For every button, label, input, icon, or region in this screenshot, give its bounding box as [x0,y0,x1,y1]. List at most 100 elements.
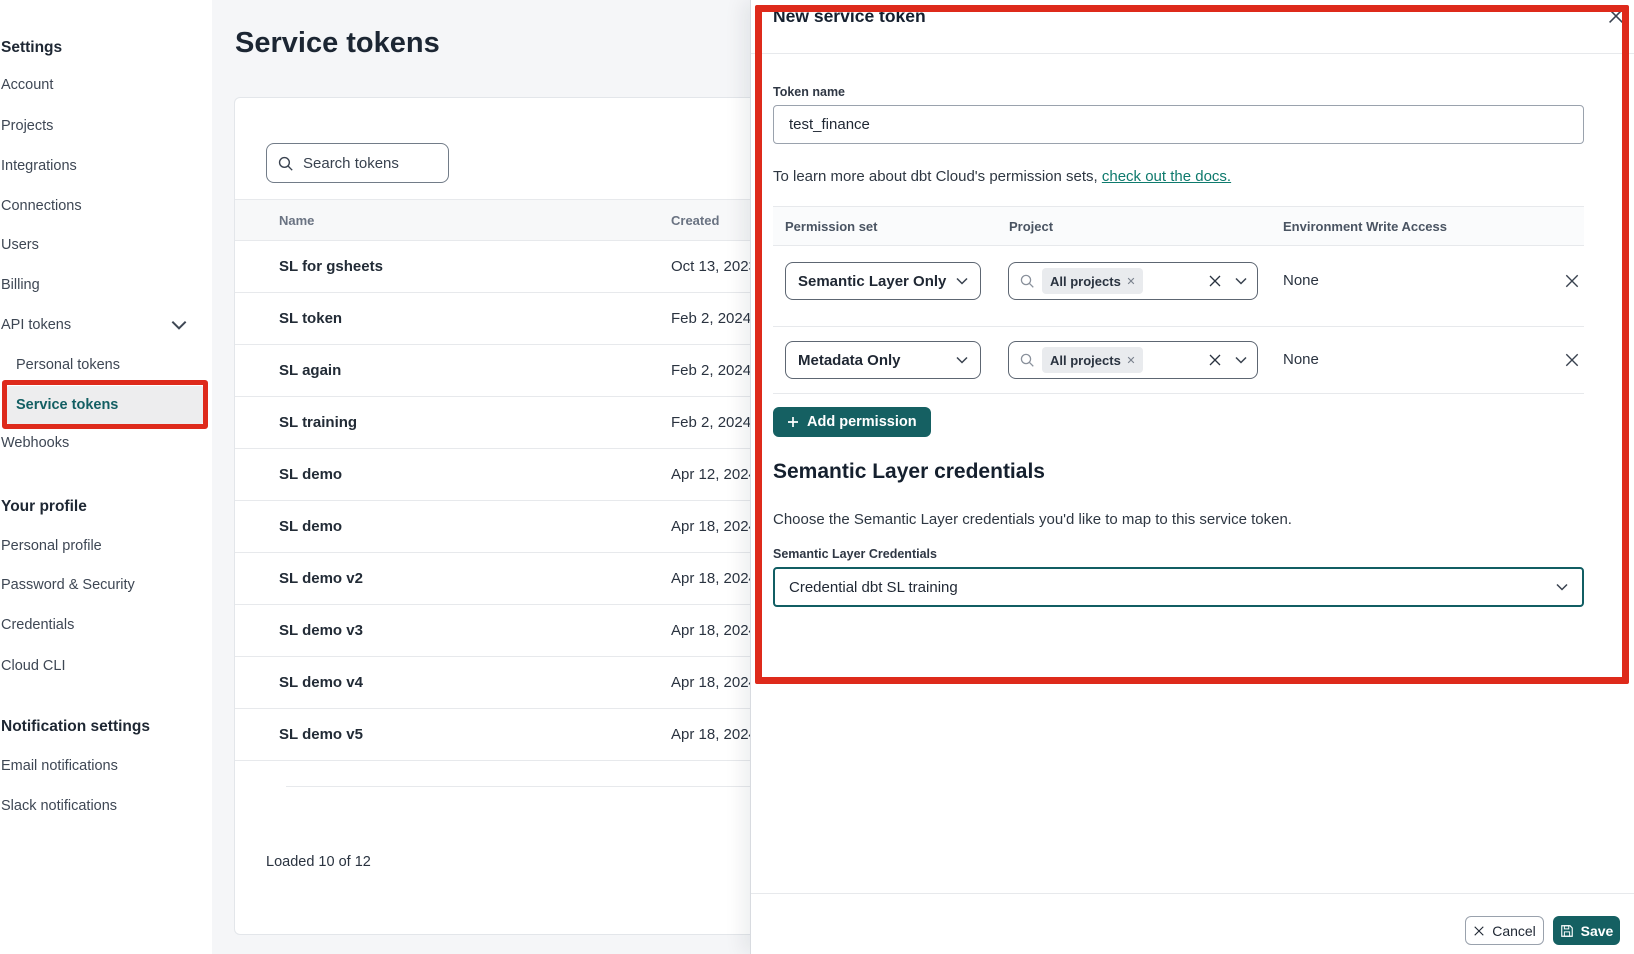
permission-set-value: Metadata Only [798,352,956,369]
sidebar-heading-notification-settings: Notification settings [1,717,150,737]
add-permission-label: Add permission [807,414,917,430]
token-name-input[interactable] [773,105,1584,144]
column-header-project: Project [1009,207,1053,247]
search-icon [1019,352,1035,368]
search-tokens-box [266,143,449,183]
token-name: SL token [279,293,342,345]
sidebar-item-cloud-cli[interactable]: Cloud CLI [1,656,65,676]
token-name: SL again [279,345,341,397]
drawer-footer-divider [751,893,1634,894]
token-name: SL demo v3 [279,605,363,657]
chevron-down-icon [1235,277,1247,285]
semantic-layer-credentials-label: Semantic Layer Credentials [773,547,937,561]
semantic-layer-credentials-description: Choose the Semantic Layer credentials yo… [773,511,1292,528]
docs-link[interactable]: check out the docs. [1102,168,1231,185]
column-header-created: Created [671,200,719,242]
token-created: Apr 18, 2024, [671,553,761,605]
sidebar-item-slack-notifications[interactable]: Slack notifications [1,796,117,816]
clear-selection-icon[interactable] [1208,353,1222,367]
chip-remove-icon[interactable] [1127,277,1135,285]
token-created: Apr 18, 2024, [671,501,761,553]
project-chip-label: All projects [1050,274,1121,289]
add-permission-button[interactable]: Add permission [773,407,931,437]
semantic-layer-credentials-select[interactable]: Credential dbt SL training [773,567,1584,607]
drawer-title: New service token [773,6,926,27]
chevron-down-icon [956,277,968,285]
sidebar-item-integrations[interactable]: Integrations [1,156,77,176]
cancel-button[interactable]: Cancel [1465,916,1544,945]
search-tokens-input[interactable] [303,155,438,172]
project-multiselect[interactable]: All projects [1008,341,1258,379]
app-screen: Settings Account Projects Integrations C… [0,0,1634,954]
permission-set-select[interactable]: Semantic Layer Only [785,262,981,300]
sidebar-heading-settings: Settings [1,38,62,58]
environment-write-access-value: None [1283,262,1319,300]
token-name: SL demo v4 [279,657,363,709]
save-icon [1560,924,1574,938]
chevron-down-icon [1235,356,1247,364]
close-icon[interactable] [1607,7,1625,25]
environment-write-access-value: None [1283,341,1319,379]
clear-selection-icon[interactable] [1208,274,1222,288]
permission-row-divider [773,393,1584,394]
semantic-layer-credentials-value: Credential dbt SL training [789,579,1556,596]
chevron-down-icon [171,317,187,333]
column-header-permission-set: Permission set [785,207,878,247]
close-icon [1473,925,1485,937]
column-header-name: Name [279,200,314,242]
token-created: Apr 18, 2024, [671,657,761,709]
project-chip[interactable]: All projects [1042,268,1143,294]
token-created: Apr 18, 2024, [671,605,761,657]
token-name: SL demo [279,501,342,553]
token-name: SL training [279,397,357,449]
sidebar-item-webhooks[interactable]: Webhooks [1,433,69,453]
permissions-table-header: Permission set Project Environment Write… [773,206,1584,246]
token-name: SL demo [279,449,342,501]
permission-set-value: Semantic Layer Only [798,273,956,290]
sidebar-item-personal-profile[interactable]: Personal profile [1,536,102,556]
chip-remove-icon[interactable] [1127,356,1135,364]
sidebar-item-credentials[interactable]: Credentials [1,615,74,635]
project-chip[interactable]: All projects [1042,347,1143,373]
save-button[interactable]: Save [1553,916,1620,945]
semantic-layer-credentials-heading: Semantic Layer credentials [773,460,1045,484]
sidebar-item-api-tokens[interactable]: API tokens [1,315,71,335]
page-title: Service tokens [235,27,440,60]
loaded-count-text: Loaded 10 of 12 [266,854,371,870]
sidebar-item-service-tokens[interactable]: Service tokens [16,395,118,415]
token-name: SL demo v2 [279,553,363,605]
search-icon [277,155,294,172]
save-label: Save [1581,923,1614,939]
sidebar-item-personal-tokens[interactable]: Personal tokens [16,355,120,375]
remove-permission-button[interactable] [1564,273,1580,289]
token-name: SL for gsheets [279,241,383,293]
project-multiselect[interactable]: All projects [1008,262,1258,300]
sidebar-item-connections[interactable]: Connections [1,196,82,216]
drawer-header-divider [751,53,1634,54]
permission-row-divider [773,326,1584,327]
plus-icon [787,416,799,428]
docs-helper-text: To learn more about dbt Cloud's permissi… [773,168,1231,185]
column-header-environment-write-access: Environment Write Access [1283,207,1447,247]
token-created: Apr 12, 2024, [671,449,761,501]
sidebar-heading-your-profile: Your profile [1,497,87,517]
new-service-token-drawer: New service token Token name To learn mo… [750,0,1634,954]
chevron-down-icon [956,356,968,364]
sidebar-item-email-notifications[interactable]: Email notifications [1,756,118,776]
settings-sidebar: Settings Account Projects Integrations C… [0,0,212,954]
token-name: SL demo v5 [279,709,363,761]
sidebar-item-billing[interactable]: Billing [1,275,40,295]
project-chip-label: All projects [1050,353,1121,368]
sidebar-item-password-security[interactable]: Password & Security [1,575,135,595]
sidebar-item-users[interactable]: Users [1,235,39,255]
docs-prefix-text: To learn more about dbt Cloud's permissi… [773,168,1102,185]
permission-set-select[interactable]: Metadata Only [785,341,981,379]
token-name-label: Token name [773,85,845,99]
sidebar-item-projects[interactable]: Projects [1,116,53,136]
search-icon [1019,273,1035,289]
token-created: Oct 13, 2023, [671,241,761,293]
cancel-label: Cancel [1492,923,1536,939]
sidebar-item-account[interactable]: Account [1,75,53,95]
chevron-down-icon [1556,583,1568,591]
remove-permission-button[interactable] [1564,352,1580,368]
